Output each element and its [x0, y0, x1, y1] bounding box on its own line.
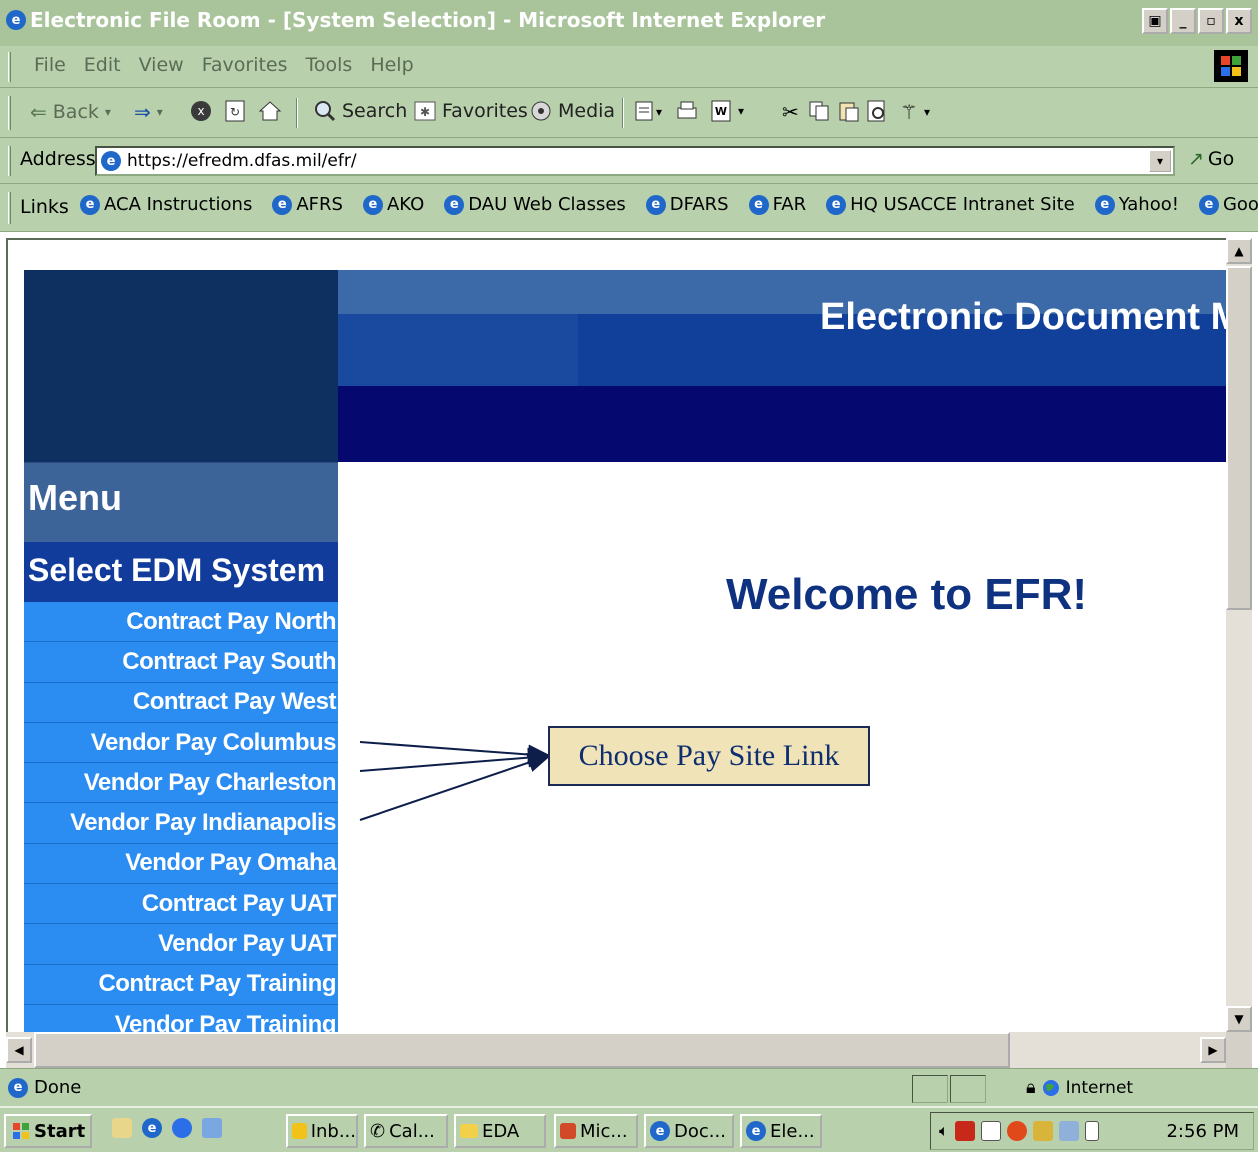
task-label: Ele... — [770, 1120, 815, 1142]
arrow-to-charleston — [359, 747, 552, 772]
ie-icon: e — [746, 1121, 766, 1141]
network-icon[interactable] — [1058, 1121, 1079, 1141]
clock[interactable]: 2:56 PM — [1166, 1121, 1239, 1142]
horizontal-scroll-thumb[interactable] — [34, 1032, 1010, 1068]
callout-text: Choose Pay Site Link — [578, 739, 840, 772]
lock-icon: 🔒︎ — [1026, 1077, 1036, 1098]
start-label: Start — [34, 1120, 86, 1142]
scroll-up-button[interactable]: ▲ — [1226, 238, 1252, 264]
ie-icon: e — [650, 1121, 670, 1141]
scroll-left-button[interactable]: ◀ — [6, 1037, 32, 1063]
task-inbox[interactable]: Inb... — [286, 1114, 358, 1148]
ati-icon[interactable] — [954, 1121, 975, 1141]
status-panel — [912, 1075, 948, 1103]
scroll-corner — [1226, 1032, 1252, 1068]
outlook-icon — [292, 1123, 307, 1139]
taskbar: Start e Inb... ✆ Cal... EDA Mic... e Doc… — [0, 1106, 1258, 1152]
tray-app-icon[interactable] — [980, 1121, 1001, 1141]
arrow-to-indianapolis — [359, 752, 552, 821]
callout-box: Choose Pay Site Link — [548, 726, 870, 786]
vertical-scrollbar[interactable]: ▲ ▼ — [1226, 238, 1252, 1032]
status-panel — [950, 1075, 986, 1103]
zone-label: Internet — [1065, 1077, 1134, 1098]
callout-arrows — [359, 741, 552, 821]
globe-icon — [1042, 1079, 1059, 1096]
task-label: Inb... — [310, 1120, 356, 1142]
folder-icon — [460, 1124, 478, 1138]
horizontal-scrollbar[interactable]: ◀ ▶ — [6, 1032, 1226, 1068]
quick-launch: e — [112, 1118, 222, 1138]
volume-icon[interactable]: 🔈︎ — [939, 1121, 949, 1141]
task-label: EDA — [482, 1120, 520, 1142]
status-bar: e Done 🔒︎ Internet — [0, 1068, 1258, 1106]
vertical-scroll-thumb[interactable] — [1226, 266, 1252, 610]
task-eda-folder[interactable]: EDA — [454, 1114, 546, 1148]
arrow-to-columbus — [359, 741, 552, 765]
task-label: Doc... — [674, 1120, 726, 1142]
task-powerpoint[interactable]: Mic... — [554, 1114, 638, 1148]
ie-icon[interactable]: e — [142, 1118, 162, 1138]
tray-utility-icon[interactable] — [1032, 1121, 1053, 1141]
outlook-icon[interactable] — [112, 1118, 132, 1138]
scroll-down-button[interactable]: ▼ — [1226, 1006, 1252, 1032]
tray-doc-icon[interactable] — [1084, 1121, 1099, 1141]
powerpoint-icon — [560, 1123, 576, 1139]
status-text: Done — [34, 1077, 82, 1098]
scroll-right-button[interactable]: ▶ — [1200, 1037, 1226, 1063]
start-button[interactable]: Start — [4, 1114, 92, 1148]
task-calendar[interactable]: ✆ Cal... — [364, 1114, 448, 1148]
acrobat-icon[interactable] — [1006, 1121, 1027, 1141]
ie-page-icon: e — [8, 1077, 28, 1098]
calendar-icon: ✆ — [370, 1120, 386, 1142]
windows-logo-icon — [13, 1123, 29, 1139]
desktop-icon[interactable] — [202, 1118, 222, 1138]
task-electronic-file-room[interactable]: e Ele... — [740, 1114, 822, 1148]
system-tray: 🔈︎ 2:56 PM — [930, 1112, 1254, 1150]
task-label: Cal... — [389, 1120, 435, 1142]
media-player-icon[interactable] — [172, 1118, 192, 1138]
task-document[interactable]: e Doc... — [644, 1114, 734, 1148]
task-label: Mic... — [580, 1120, 628, 1142]
